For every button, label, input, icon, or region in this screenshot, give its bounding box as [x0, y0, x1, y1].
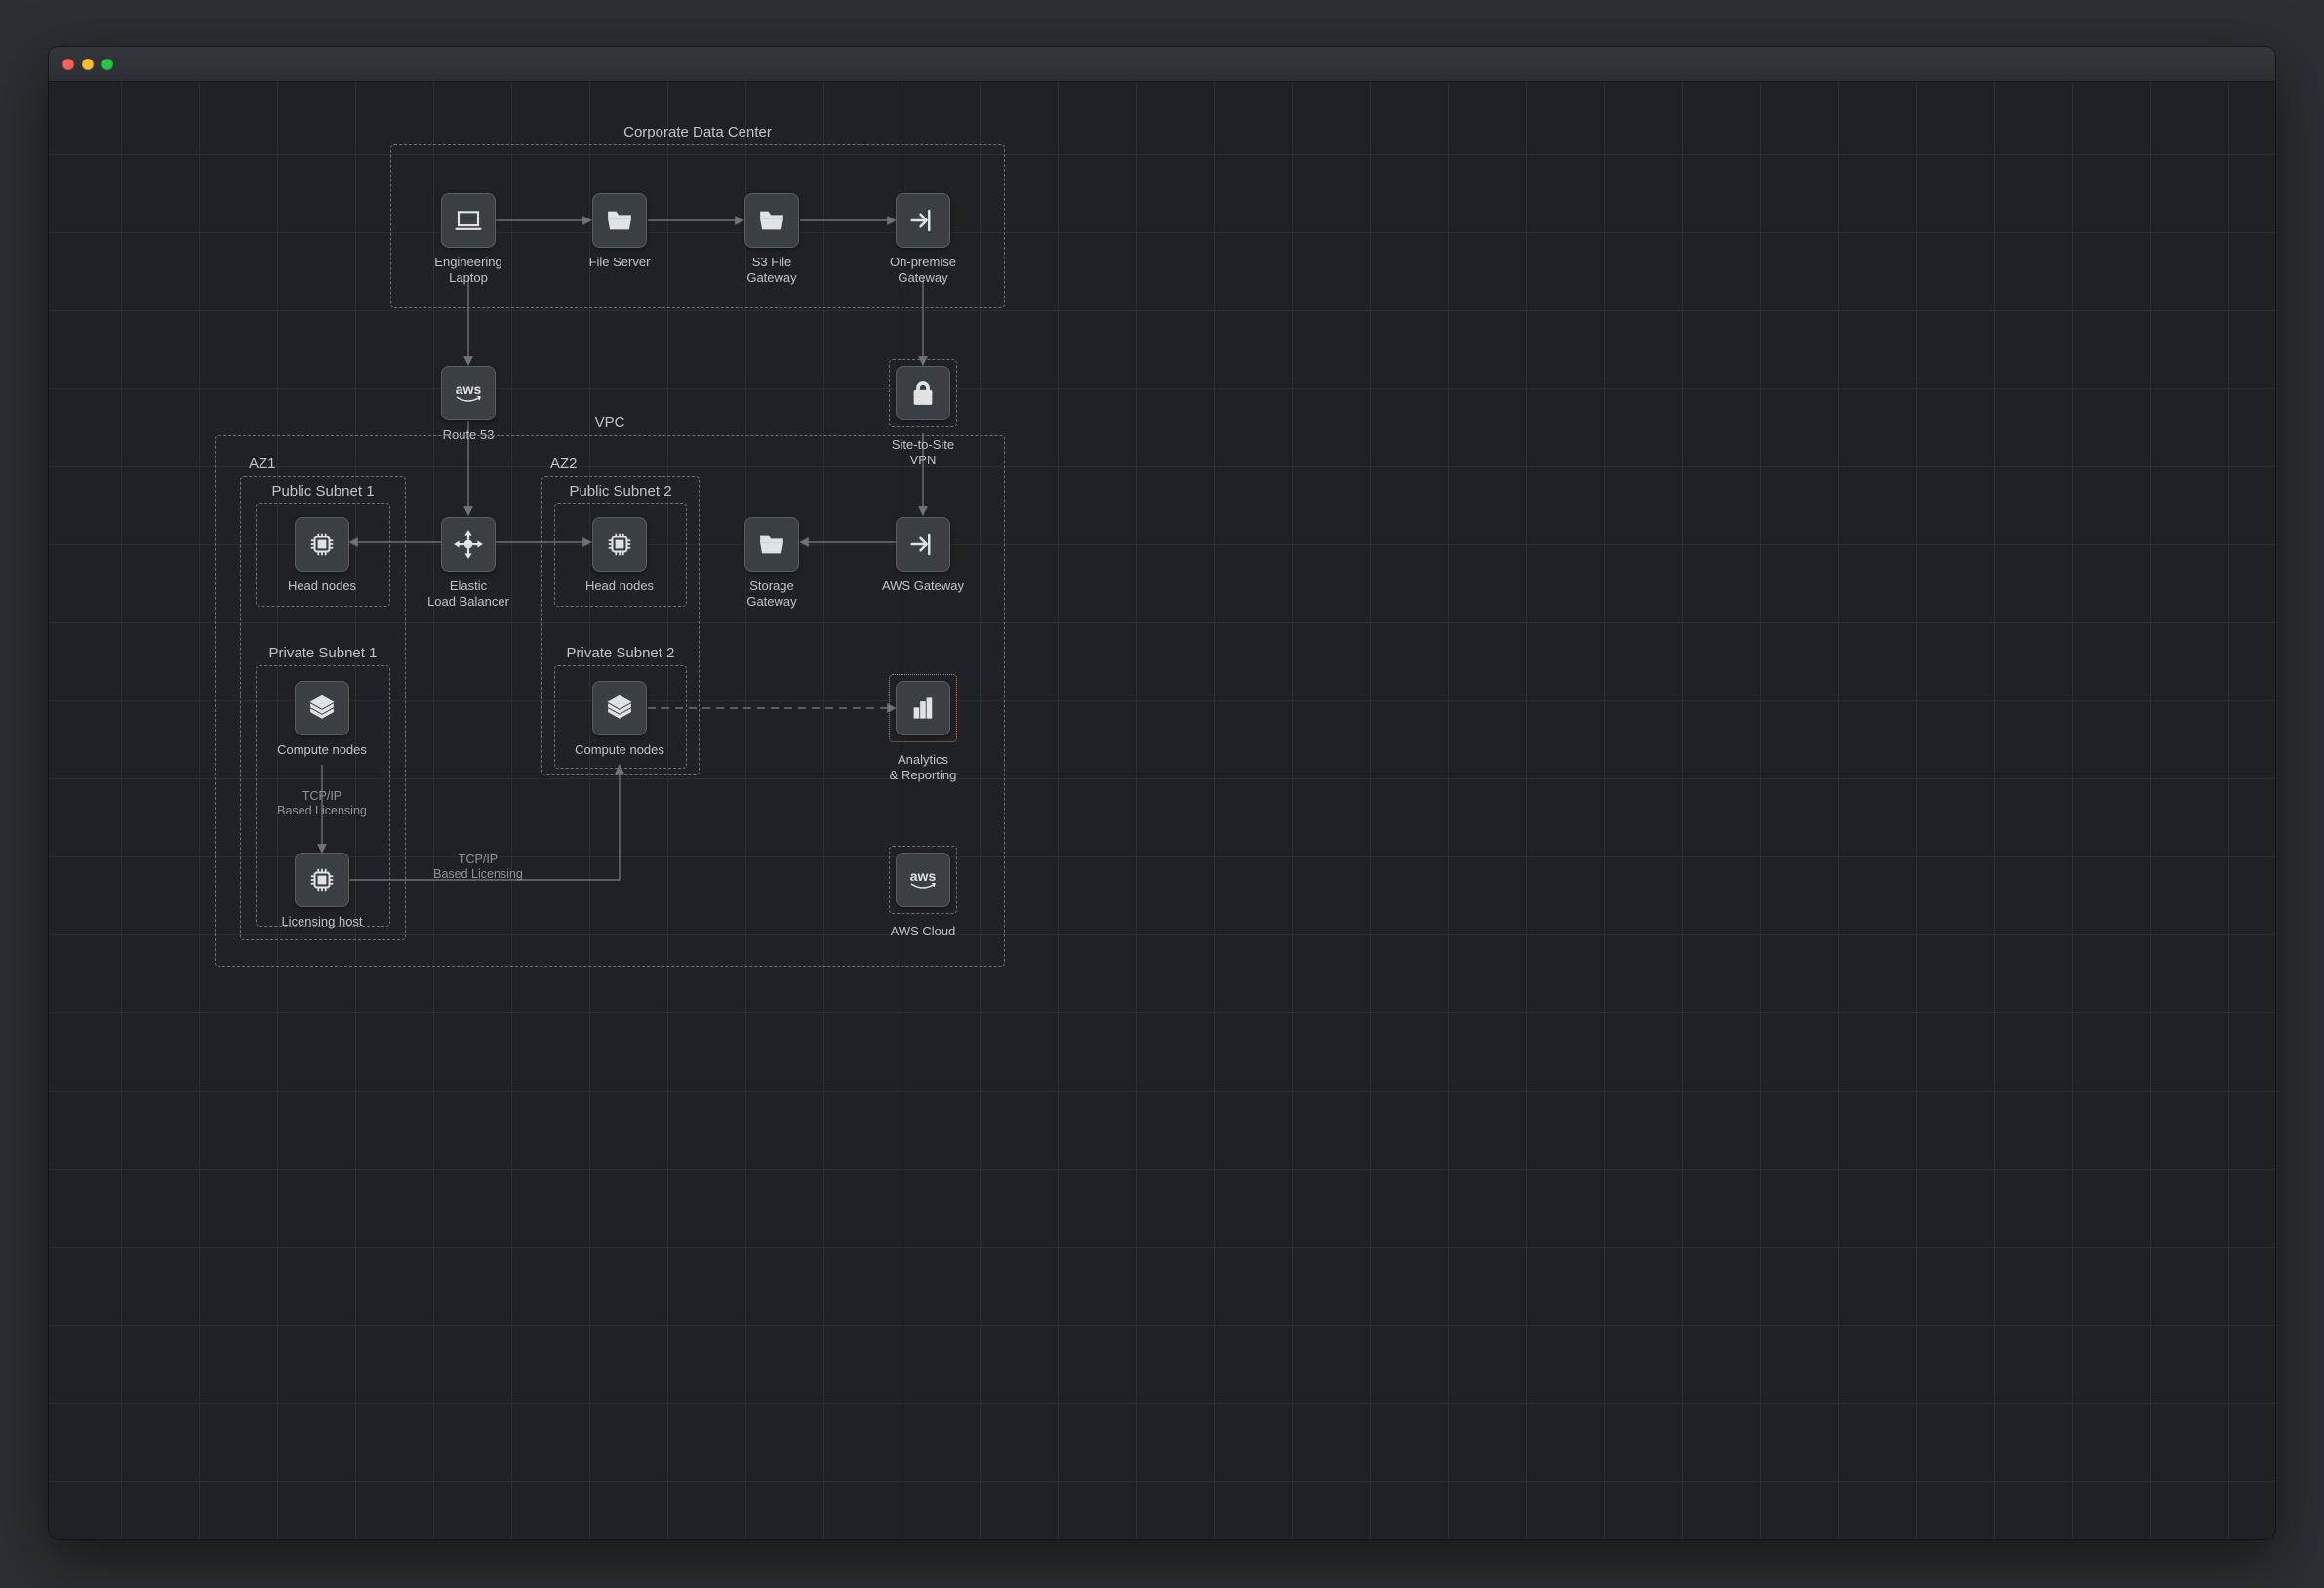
frame-label: Private Subnet 1 — [269, 645, 378, 661]
node-licensing-host[interactable]: Licensing host — [295, 853, 349, 907]
arrow-in-icon — [908, 530, 938, 559]
folder-icon — [605, 206, 634, 235]
edge-label-tcp-2: TCP/IPBased Licensing — [429, 853, 527, 882]
frame-label: Corporate Data Center — [623, 124, 772, 140]
node-storage-gateway[interactable]: StorageGateway — [744, 517, 799, 572]
frame-label: AZ2 — [550, 456, 578, 472]
minimize-icon[interactable] — [82, 59, 94, 70]
node-analytics[interactable]: Analytics& Reporting — [896, 681, 950, 735]
folder-icon — [757, 206, 786, 235]
aws-icon: aws — [910, 869, 936, 891]
frame-label: Public Subnet 2 — [569, 483, 671, 499]
node-label: Head nodes — [551, 578, 688, 594]
node-compute-2[interactable]: Compute nodes — [592, 681, 647, 735]
app-window: Corporate Data Center EngineeringLaptop … — [49, 47, 2275, 1539]
folder-icon — [757, 530, 786, 559]
node-engineering-laptop[interactable]: EngineeringLaptop — [441, 193, 496, 248]
node-label: File Server — [551, 255, 688, 270]
node-label: Licensing host — [254, 914, 390, 930]
node-label: StorageGateway — [703, 578, 840, 611]
chip-icon — [307, 865, 337, 894]
layers-icon — [605, 694, 634, 723]
node-label: Compute nodes — [551, 742, 688, 758]
bar-chart-icon — [908, 694, 938, 723]
frame-label: Private Subnet 2 — [567, 645, 675, 661]
node-elastic-load-balancer[interactable]: ElasticLoad Balancer — [441, 517, 496, 572]
frame-label: VPC — [595, 415, 625, 431]
close-icon[interactable] — [62, 59, 74, 70]
node-label: AWS Gateway — [855, 578, 991, 594]
traffic-lights — [62, 59, 113, 70]
diagram-canvas[interactable]: Corporate Data Center EngineeringLaptop … — [49, 82, 2275, 1539]
node-label: On-premiseGateway — [855, 255, 991, 287]
node-aws-gateway[interactable]: AWS Gateway — [896, 517, 950, 572]
arrow-in-icon — [908, 206, 938, 235]
node-label: ElasticLoad Balancer — [400, 578, 537, 611]
chip-icon — [307, 530, 337, 559]
chip-icon — [605, 530, 634, 559]
node-onprem-gateway[interactable]: On-premiseGateway — [896, 193, 950, 248]
layers-icon — [307, 694, 337, 723]
frame-label: AZ1 — [249, 456, 276, 472]
node-file-server[interactable]: File Server — [592, 193, 647, 248]
node-label: S3 FileGateway — [703, 255, 840, 287]
node-aws-cloud[interactable]: aws AWS Cloud — [896, 853, 950, 907]
node-s3-file-gateway[interactable]: S3 FileGateway — [744, 193, 799, 248]
edge-label-tcp-1: TCP/IPBased Licensing — [273, 789, 371, 818]
node-compute-1[interactable]: Compute nodes — [295, 681, 349, 735]
node-label: AWS Cloud — [855, 924, 991, 939]
aws-icon: aws — [456, 382, 481, 404]
node-route53[interactable]: aws Route 53 — [441, 366, 496, 420]
node-label: Head nodes — [254, 578, 390, 594]
titlebar — [49, 47, 2275, 82]
node-head-nodes-2[interactable]: Head nodes — [592, 517, 647, 572]
lock-icon — [908, 378, 938, 408]
node-site-to-site-vpn[interactable]: Site-to-SiteVPN — [896, 366, 950, 420]
node-head-nodes-1[interactable]: Head nodes — [295, 517, 349, 572]
node-label: EngineeringLaptop — [400, 255, 537, 287]
node-label: Analytics& Reporting — [855, 752, 991, 784]
node-label: Compute nodes — [254, 742, 390, 758]
load-balancer-icon — [454, 530, 483, 559]
laptop-icon — [454, 206, 483, 235]
frame-label: Public Subnet 1 — [271, 483, 374, 499]
maximize-icon[interactable] — [101, 59, 113, 70]
